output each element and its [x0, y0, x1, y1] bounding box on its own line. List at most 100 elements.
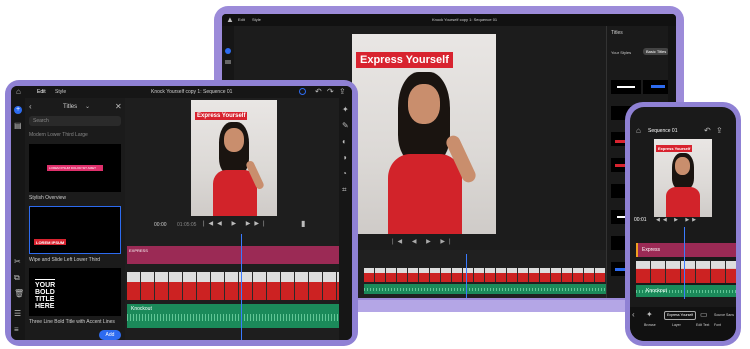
- laptop-top-bar: ▲ Edit Style Knock Yourself copy 1: Sequ…: [222, 14, 676, 26]
- media-icon[interactable]: [225, 60, 231, 64]
- tablet-tab-style[interactable]: Style: [55, 89, 66, 95]
- timecode-total: 01:05:05: [177, 222, 197, 228]
- phone-timecode: 00:01: [634, 217, 647, 223]
- layers-icon[interactable]: ≡: [14, 326, 19, 334]
- laptop-playhead[interactable]: [466, 254, 467, 298]
- laptop-audio-track[interactable]: [364, 284, 606, 294]
- template-thumb-text: YOUR BOLD TITLE HERE: [35, 282, 56, 310]
- redo-icon[interactable]: ↷: [327, 88, 334, 96]
- tracks-icon[interactable]: ☰: [14, 310, 21, 318]
- chevron-down-icon[interactable]: ⌄: [85, 103, 90, 111]
- express-yourself-tooltip: Express Yourself: [664, 311, 696, 320]
- laptop-overlay-title[interactable]: Express Yourself: [356, 52, 453, 68]
- your-styles-button[interactable]: Your Styles: [611, 50, 631, 55]
- tablet-left-rail: + ▤ ✂ ⧉ 🗑 ☰ ≡: [11, 98, 25, 340]
- font-label[interactable]: Font: [714, 323, 721, 327]
- export-icon[interactable]: ⇪: [716, 127, 723, 135]
- add-media-icon[interactable]: [225, 48, 231, 54]
- template-caption: Stylish Overview: [29, 195, 66, 201]
- home-icon[interactable]: ⌂: [636, 127, 641, 135]
- laptop-tab-style[interactable]: Style: [252, 17, 261, 22]
- template-caption: Three Line Bold Title with Accent Lines: [29, 319, 115, 325]
- add-button[interactable]: Add: [99, 330, 121, 340]
- layer-label[interactable]: Layer: [672, 323, 681, 327]
- phone-audio-label: Knockout: [646, 288, 667, 294]
- add-icon[interactable]: +: [14, 106, 22, 114]
- tablet-sequence-title: Knock Yourself copy 1: Sequence 01: [151, 89, 233, 95]
- edit-text-icon[interactable]: ▭: [700, 311, 708, 319]
- template-thumb-bold-title[interactable]: YOUR BOLD TITLE HERE: [29, 268, 121, 316]
- phone-transport-controls[interactable]: ◀◀ ▶ ▶▶: [656, 217, 712, 223]
- tablet-screen: ⌂ Edit Style Knock Yourself copy 1: Sequ…: [11, 86, 352, 340]
- laptop-video-track[interactable]: [364, 268, 606, 282]
- media-icon[interactable]: ▤: [14, 122, 22, 130]
- phone-device: ⌂ Sequence 01 ↶ ⇪ Express Yourself 00:01…: [625, 102, 741, 346]
- speed-icon[interactable]: ◔: [342, 170, 347, 178]
- template-thumb-wipe-slide[interactable]: LOREM IPSUM: [29, 206, 121, 254]
- template-caption: Modern Lower Third Large: [29, 132, 88, 138]
- tablet-tab-edit[interactable]: Edit: [37, 89, 46, 95]
- back-icon[interactable]: ‹: [29, 103, 32, 111]
- phone-title-track[interactable]: Express: [636, 243, 736, 257]
- adobe-logo-icon: ▲: [226, 15, 234, 24]
- undo-icon[interactable]: ↶: [315, 88, 322, 96]
- color-icon[interactable]: ◐: [342, 138, 347, 146]
- undo-icon[interactable]: ↶: [704, 127, 711, 135]
- tablet-playhead[interactable]: [241, 234, 242, 340]
- laptop-window-title: Knock Yourself copy 1: Sequence 01: [432, 17, 498, 22]
- template-caption: Wipe and Slide Left Lower Third: [29, 257, 101, 263]
- phone-playhead[interactable]: [684, 227, 685, 299]
- tablet-video-track[interactable]: [127, 272, 339, 300]
- tablet-titles-panel: ‹ Titles ⌄ ✕ Search Modern Lower Third L…: [25, 98, 125, 340]
- audio-track-label: Knockout: [131, 306, 152, 312]
- crop-icon[interactable]: ⌗: [342, 186, 347, 194]
- browse-label[interactable]: Browse: [644, 323, 656, 327]
- duplicate-icon[interactable]: ⧉: [14, 274, 20, 282]
- laptop-transport-controls[interactable]: |◀ ◀ ▶ ▶|: [392, 238, 472, 246]
- timecode-current: 00:00: [154, 222, 167, 228]
- browse-icon[interactable]: ✦: [646, 311, 653, 319]
- template-thumb-stylish-overview[interactable]: LOREM IPSUM DOLOR SIT AMET: [29, 144, 121, 192]
- tablet-transport-controls[interactable]: |◀◀ ▶ ▶▶|: [203, 220, 273, 228]
- basic-titles-button[interactable]: Basic Titles: [643, 48, 670, 55]
- effects-icon[interactable]: ✦: [342, 106, 349, 114]
- phone-audio-track[interactable]: Knockout: [636, 285, 736, 297]
- search-input[interactable]: Search: [29, 116, 121, 126]
- home-icon[interactable]: ⌂: [16, 88, 21, 96]
- laptop-tab-edit[interactable]: Edit: [238, 17, 245, 22]
- tablet-top-bar: ⌂ Edit Style Knock Yourself copy 1: Sequ…: [11, 86, 352, 98]
- title-track-label: EXPRESS: [129, 248, 148, 253]
- phone-video-track[interactable]: [636, 261, 736, 283]
- phone-overlay-title[interactable]: Express Yourself: [656, 145, 693, 152]
- back-icon[interactable]: ‹: [632, 311, 635, 319]
- sync-icon[interactable]: [299, 88, 306, 95]
- title-template-thumb[interactable]: [611, 80, 641, 94]
- brush-icon[interactable]: ✎: [342, 122, 349, 130]
- search-placeholder: Search: [33, 118, 49, 124]
- tablet-device: ⌂ Edit Style Knock Yourself copy 1: Sequ…: [5, 80, 358, 346]
- title-track[interactable]: EXPRESS: [127, 246, 339, 264]
- tablet-audio-track[interactable]: Knockout: [127, 304, 339, 328]
- close-icon[interactable]: ✕: [115, 103, 122, 111]
- adjust-icon[interactable]: ◑: [342, 154, 347, 162]
- tablet-overlay-title[interactable]: Express Yourself: [195, 112, 248, 120]
- export-icon[interactable]: ⇪: [339, 88, 346, 96]
- template-thumb-text: LOREM IPSUM DOLOR SIT AMET: [49, 166, 96, 170]
- template-thumb-text: LOREM IPSUM: [36, 240, 65, 245]
- tablet-right-rail: ✦ ✎ ◐ ◑ ◔ ⌗: [339, 98, 352, 340]
- scissors-icon[interactable]: ✂: [14, 258, 21, 266]
- phone-sequence-title: Sequence 01: [648, 128, 678, 134]
- laptop-program-monitor[interactable]: Express Yourself: [352, 34, 496, 234]
- tablet-panel-title[interactable]: Titles: [63, 104, 77, 110]
- phone-program-monitor[interactable]: Express Yourself: [654, 139, 712, 217]
- tablet-program-monitor[interactable]: Express Yourself: [191, 100, 277, 216]
- delete-icon[interactable]: 🗑: [14, 290, 24, 298]
- edit-text-label[interactable]: Edit Text: [696, 323, 709, 327]
- phone-track-label: Express: [642, 247, 661, 253]
- tablet-timeline[interactable]: EXPRESS Knockout: [125, 234, 339, 340]
- font-name[interactable]: Source Sans: [714, 313, 734, 317]
- phone-bottom-toolbar: ‹ ✦ Browse Express Yourself Layer ▭ Edit…: [630, 307, 736, 341]
- laptop-panel-title: Titles: [611, 30, 623, 36]
- phone-screen: ⌂ Sequence 01 ↶ ⇪ Express Yourself 00:01…: [630, 107, 736, 341]
- audio-meter-icon[interactable]: ▮: [301, 220, 305, 228]
